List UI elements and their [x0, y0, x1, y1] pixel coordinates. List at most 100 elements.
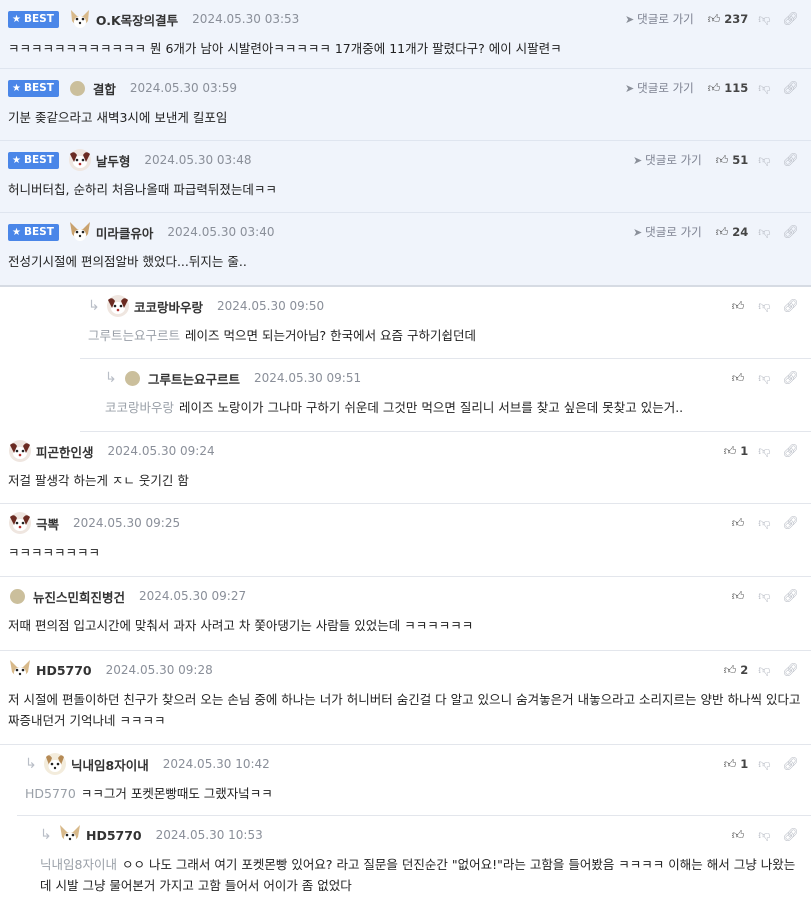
star-icon: ★: [12, 82, 21, 94]
link-icon[interactable]: 🔗︎: [782, 828, 799, 843]
thumbs-up-icon: 👍︎: [723, 443, 737, 458]
nickname[interactable]: 날두형: [96, 151, 131, 170]
dislike-button[interactable]: 👎︎: [758, 299, 770, 314]
comment-item: 뉴진스민희진병건 2024.05.30 09:27 👍︎ 👎︎ 🔗︎ 저때 편의…: [0, 577, 811, 651]
like-count: 1: [740, 757, 749, 771]
like-button[interactable]: 👍︎: [732, 828, 749, 843]
comment-text: HD5770 ㅋㅋ그거 포켓몬빵때도 그랬자넠ㅋㅋ: [25, 783, 801, 804]
nickname[interactable]: 코코랑바우랑: [134, 297, 203, 316]
nickname[interactable]: 극뽁: [36, 514, 59, 533]
comment-date: 2024.05.30 10:53: [155, 828, 263, 842]
link-icon[interactable]: 🔗︎: [782, 444, 799, 459]
dislike-button[interactable]: 👎︎: [758, 757, 770, 772]
nickname[interactable]: 뉴진스민희진병건: [33, 587, 125, 606]
nickname[interactable]: 그루트는요구르트: [148, 369, 240, 388]
thumbs-up-icon: 👍︎: [715, 152, 729, 167]
dislike-button[interactable]: 👎︎: [758, 225, 770, 240]
dislike-button[interactable]: 👎︎: [758, 81, 770, 96]
goto-label: 댓글로 가기: [645, 153, 702, 167]
link-icon[interactable]: 🔗︎: [782, 153, 799, 168]
like-button[interactable]: 👍︎: [732, 516, 749, 531]
nickname[interactable]: 피곤한인생: [36, 442, 94, 461]
goto-comment-button[interactable]: ➤ 댓글로 가기: [633, 224, 702, 240]
reply-arrow-icon: ↳: [40, 827, 52, 843]
dislike-button[interactable]: 👎︎: [758, 663, 770, 678]
link-icon[interactable]: 🔗︎: [782, 757, 799, 772]
avatar[interactable]: [8, 658, 32, 682]
avatar[interactable]: [68, 7, 92, 31]
nickname[interactable]: HD5770: [86, 828, 142, 843]
link-icon[interactable]: 🔗︎: [782, 299, 799, 314]
link-icon[interactable]: 🔗︎: [782, 12, 799, 27]
comment-date: 2024.05.30 09:27: [139, 589, 247, 603]
comment-item: HD5770 2024.05.30 09:28 👍︎ 2 👎︎ 🔗︎ 저 시절에 …: [0, 651, 811, 745]
comment-text: 전성기시절에 편의점알바 했었다...뒤지는 줄..: [8, 254, 247, 269]
comment-text: 코코랑바우랑 레이즈 노랑이가 그나마 구하기 쉬운데 그것만 먹으면 질리니 서…: [105, 397, 801, 418]
comment-text: 저걸 팔생각 하는게 ㅈㄴ 웃기긴 함: [8, 473, 189, 488]
link-icon[interactable]: 🔗︎: [782, 371, 799, 386]
avatar[interactable]: [68, 148, 92, 172]
thumbs-up-icon: 👍︎: [707, 80, 721, 95]
nickname[interactable]: 결합: [93, 79, 116, 98]
like-button[interactable]: 👍︎ 115: [708, 81, 749, 96]
dislike-button[interactable]: 👎︎: [758, 153, 770, 168]
avatar[interactable]: [106, 294, 130, 318]
link-icon[interactable]: 🔗︎: [782, 589, 799, 604]
avatar[interactable]: [8, 439, 32, 463]
dislike-button[interactable]: 👎︎: [758, 516, 770, 531]
navigate-arrow-icon: ➤: [624, 12, 635, 26]
best-badge: ★ BEST: [8, 151, 59, 169]
like-button[interactable]: 👍︎ 1: [724, 444, 749, 459]
comment-date: 2024.05.30 09:51: [254, 371, 362, 385]
link-icon[interactable]: 🔗︎: [782, 516, 799, 531]
link-icon[interactable]: 🔗︎: [782, 81, 799, 96]
comment-text: 허니버터칩, 순하리 처음나올때 파급력뒤졌는데ㅋㅋ: [8, 182, 277, 197]
like-button[interactable]: 👍︎ 51: [716, 153, 749, 168]
like-button[interactable]: 👍︎ 24: [716, 225, 749, 240]
avatar[interactable]: [58, 823, 82, 847]
thumbs-up-icon: 👍︎: [707, 11, 721, 26]
comment-date: 2024.05.30 09:24: [107, 444, 215, 458]
nickname[interactable]: HD5770: [36, 663, 92, 678]
like-button[interactable]: 👍︎: [732, 299, 749, 314]
comment-reply: ↳ 닉내임8자이내 2024.05.30 10:42 👍︎ 1 👎︎ 🔗︎ HD5…: [17, 745, 811, 816]
reply-text: ㅋㅋ그거 포켓몬빵때도 그랬자넠ㅋㅋ: [80, 786, 273, 801]
dislike-button[interactable]: 👎︎: [758, 444, 770, 459]
link-icon[interactable]: 🔗︎: [782, 663, 799, 678]
goto-comment-button[interactable]: ➤ 댓글로 가기: [633, 152, 702, 168]
avatar[interactable]: [43, 752, 67, 776]
like-button[interactable]: 👍︎: [732, 589, 749, 604]
star-icon: ★: [12, 154, 21, 166]
goto-comment-button[interactable]: ➤ 댓글로 가기: [625, 80, 694, 96]
link-icon[interactable]: 🔗︎: [782, 225, 799, 240]
like-button[interactable]: 👍︎ 2: [724, 663, 749, 678]
mention[interactable]: 그루트는요구르트: [88, 328, 180, 343]
thumbs-up-icon: 👍︎: [723, 756, 737, 771]
comment-date: 2024.05.30 09:25: [73, 516, 181, 530]
mention[interactable]: HD5770: [25, 786, 76, 801]
nickname[interactable]: O.K목장의결투: [96, 10, 178, 29]
like-button[interactable]: 👍︎: [732, 371, 749, 386]
star-icon: ★: [12, 13, 21, 25]
nickname[interactable]: 미라클유아: [96, 223, 154, 242]
goto-comment-button[interactable]: ➤ 댓글로 가기: [625, 11, 694, 27]
dislike-button[interactable]: 👎︎: [758, 12, 770, 27]
mention[interactable]: 코코랑바우랑: [105, 400, 174, 415]
like-button[interactable]: 👍︎ 1: [724, 757, 749, 772]
comment-list: ★ BEST O.K목장의결투 2024.05.30 03:53 ➤ 댓글로 가기 …: [0, 0, 811, 912]
dislike-button[interactable]: 👎︎: [758, 828, 770, 843]
comment-item: 피곤한인생 2024.05.30 09:24 👍︎ 1 👎︎ 🔗︎ 저걸 팔생각 …: [0, 432, 811, 504]
nickname[interactable]: 닉내임8자이내: [71, 755, 149, 774]
best-badge: ★ BEST: [8, 223, 59, 241]
mention[interactable]: 닉내임8자이내: [40, 857, 117, 872]
avatar[interactable]: [69, 80, 85, 96]
avatar[interactable]: [10, 588, 25, 604]
thumbs-up-icon: 👍︎: [731, 515, 745, 530]
dislike-button[interactable]: 👎︎: [758, 589, 770, 604]
avatar[interactable]: [125, 370, 140, 386]
dislike-button[interactable]: 👎︎: [758, 371, 770, 386]
comment-text: ㅋㅋㅋㅋㅋㅋㅋㅋ: [8, 545, 101, 560]
like-button[interactable]: 👍︎ 237: [708, 12, 749, 27]
avatar[interactable]: [68, 220, 92, 244]
avatar[interactable]: [8, 511, 32, 535]
